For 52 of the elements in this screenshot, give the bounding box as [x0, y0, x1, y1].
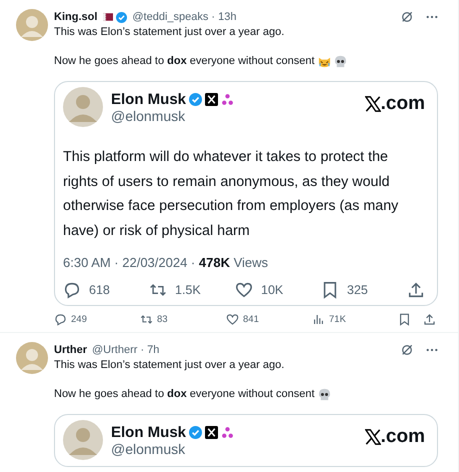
action-count: 841 — [243, 314, 259, 325]
slashed-circle-icon[interactable] — [401, 11, 413, 23]
bookmark-icon[interactable] — [321, 281, 339, 299]
x-logo-icon — [205, 426, 218, 439]
bookmark-icon[interactable] — [398, 313, 411, 326]
handle: @elonmusk — [111, 108, 186, 124]
author-name[interactable]: King.sol — [54, 11, 98, 23]
tweet-text: Now he goes ahead to dox everyone without consent — [54, 54, 315, 68]
verified-icon — [189, 426, 202, 439]
handle: @elonmusk — [111, 441, 186, 457]
tweet-text: This was Elon’s statement just over a year ago. — [54, 358, 284, 372]
stat-count: 1.5K — [175, 283, 201, 297]
tweet-text: This was Elon’s statement just over a year ago. — [54, 25, 284, 39]
handle-time: @Urtherr · 7h — [92, 344, 160, 356]
share-icon[interactable] — [423, 313, 436, 326]
views-icon[interactable] — [312, 313, 325, 326]
stat-count: 325 — [347, 283, 368, 297]
slashed-circle-icon[interactable] — [401, 344, 413, 356]
more-icon[interactable] — [426, 348, 438, 352]
reply-icon[interactable] — [54, 313, 67, 326]
share-icon[interactable] — [407, 281, 425, 299]
x-logo-icon — [205, 93, 218, 106]
site-label: .com — [380, 426, 425, 448]
tweet-text: Now he goes ahead to dox everyone without consent — [54, 387, 315, 401]
avatar-icon — [63, 87, 103, 127]
author-name[interactable]: Urther — [54, 344, 88, 356]
affiliate-icon — [221, 93, 234, 106]
affiliate-icon — [221, 426, 234, 439]
quoted-post-card[interactable] — [54, 81, 438, 306]
verified-icon — [189, 93, 202, 106]
action-count: 249 — [71, 314, 87, 325]
more-icon[interactable] — [426, 15, 438, 19]
heart-icon[interactable] — [235, 281, 253, 299]
stat-count: 618 — [89, 283, 110, 297]
action-count: 71K — [329, 314, 346, 325]
quoted-post-text: This platform will do whatever it takes to protect the rights of users to remain anonymous, as they would otherwise face persecution from employers (as many have) or risk of physical harm — [63, 148, 400, 240]
skull-icon — [334, 54, 347, 68]
stat-count: 10K — [261, 283, 284, 297]
quoted-post-card[interactable]: Elon Musk @elonmusk .com — [54, 414, 438, 467]
reply-icon[interactable] — [63, 281, 81, 299]
retweet-icon[interactable] — [140, 313, 153, 326]
post-meta: 6:30 AM · 22/03/2024 · 478K Views — [63, 255, 270, 270]
handle-time: @teddi_speaks · 13h — [132, 11, 237, 23]
author-name: Elon Musk — [111, 424, 186, 441]
x-logo-icon — [364, 96, 381, 112]
site-label: .com — [380, 93, 425, 115]
avatar-icon — [63, 420, 103, 460]
author-name: Elon Musk — [111, 91, 186, 108]
action-count: 83 — [157, 314, 168, 325]
x-logo-icon — [364, 429, 381, 445]
skull-icon — [318, 388, 331, 400]
heart-icon[interactable] — [226, 313, 239, 326]
